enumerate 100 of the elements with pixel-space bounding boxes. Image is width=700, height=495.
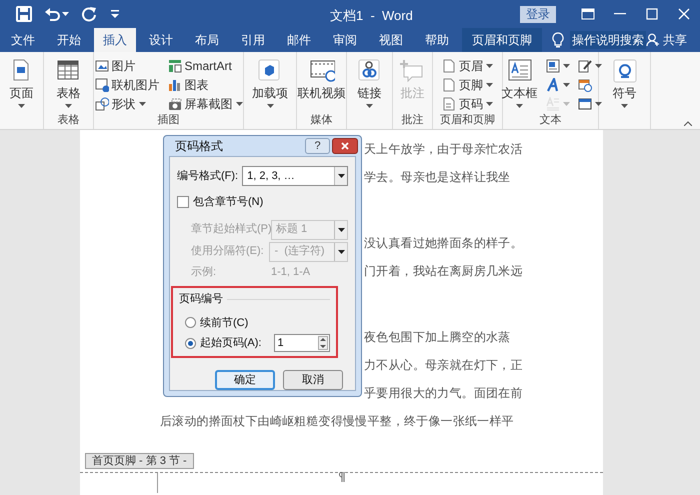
group-label: 表格 bbox=[58, 113, 80, 128]
ribbon-icon-button[interactable] bbox=[546, 75, 570, 94]
ribbon-button[interactable]: 形状 bbox=[94, 94, 160, 113]
person-icon bbox=[646, 33, 660, 47]
caret-icon bbox=[338, 174, 344, 178]
caret-icon bbox=[266, 104, 274, 108]
caret-icon bbox=[594, 64, 602, 68]
window-icon bbox=[578, 96, 592, 110]
field-label: 使用分隔符(E): bbox=[191, 244, 265, 260]
shapes-icon bbox=[94, 96, 108, 110]
number-spin-field[interactable]: 1 bbox=[274, 334, 330, 352]
diagram-icon bbox=[168, 58, 182, 72]
ribbon-tab[interactable]: 视图 bbox=[370, 28, 412, 52]
caret-icon bbox=[486, 102, 493, 106]
document-text-line: 乎要用很大的力气。面团在前 bbox=[364, 385, 523, 402]
ribbon-button[interactable]: 页脚 bbox=[442, 75, 493, 94]
radio-label: 起始页码(A): bbox=[200, 336, 262, 351]
dropdown-field[interactable]: 1, 2, 3, … bbox=[242, 166, 348, 186]
ribbon-button[interactable]: 图片 bbox=[94, 56, 160, 75]
page-icon bbox=[442, 78, 456, 92]
share-button[interactable]: 共享 bbox=[646, 28, 687, 52]
dialog-button[interactable]: 取消 bbox=[283, 370, 343, 390]
ribbon-tab[interactable]: 页眉和页脚 bbox=[462, 28, 542, 52]
caret-icon bbox=[338, 228, 344, 232]
maximize-icon bbox=[646, 8, 658, 20]
help-button[interactable]: ? bbox=[305, 138, 330, 154]
caret-icon bbox=[562, 102, 570, 106]
undo-button[interactable] bbox=[44, 6, 69, 22]
chevron-up-icon bbox=[684, 121, 692, 126]
redo-icon bbox=[81, 6, 97, 22]
quick-parts-icon bbox=[546, 58, 560, 72]
group-label: 插图 bbox=[158, 113, 180, 128]
ribbon-tab[interactable]: 布局 bbox=[186, 28, 228, 52]
caret-icon bbox=[338, 250, 344, 254]
ribbon-tab[interactable]: 插入 bbox=[94, 28, 136, 52]
caret-icon bbox=[594, 102, 602, 106]
ribbon-tab[interactable]: 开始 bbox=[48, 28, 90, 52]
section-title: 页码编号 bbox=[179, 292, 223, 307]
login-button[interactable]: 登录 bbox=[520, 6, 556, 22]
ribbon-button[interactable]: 文本框 bbox=[500, 54, 540, 108]
ribbon-button[interactable]: SmartArt bbox=[168, 56, 242, 75]
spinner-arrows-icon bbox=[318, 336, 328, 350]
document-text-line: 力不从心。母亲就在灯下，正 bbox=[364, 357, 523, 374]
radio-button[interactable] bbox=[185, 317, 196, 328]
page-icon bbox=[442, 58, 456, 72]
caret-icon bbox=[621, 104, 628, 108]
redo-button[interactable] bbox=[81, 6, 97, 22]
dialog-title: 页码格式 bbox=[175, 138, 223, 155]
ribbon-button[interactable]: 加载项 bbox=[250, 54, 290, 108]
caret-icon bbox=[366, 104, 373, 108]
customize-icon bbox=[111, 10, 119, 18]
ribbon-tab[interactable]: 邮件 bbox=[278, 28, 320, 52]
wordart-icon bbox=[546, 78, 560, 92]
ribbon-tab[interactable]: 引用 bbox=[232, 28, 274, 52]
caret-icon bbox=[236, 102, 242, 106]
caret-icon bbox=[138, 102, 146, 106]
radio-button[interactable] bbox=[185, 338, 196, 348]
tell-me-search[interactable]: 操作说明搜索 bbox=[570, 31, 646, 49]
ribbon-display-icon bbox=[581, 8, 595, 20]
close-button[interactable] bbox=[332, 138, 358, 154]
group-label: 文本 bbox=[540, 113, 562, 128]
picture-globe-icon bbox=[94, 78, 108, 92]
customize-button[interactable] bbox=[111, 10, 119, 18]
caret-icon bbox=[18, 104, 25, 108]
collapse-ribbon-button[interactable] bbox=[684, 121, 692, 126]
field-label: 章节起始样式(P) bbox=[191, 222, 271, 238]
dialog-button[interactable]: 确定 bbox=[215, 370, 275, 390]
comment-icon bbox=[400, 58, 426, 84]
film-globe-icon bbox=[308, 58, 334, 84]
picture-icon bbox=[94, 58, 108, 72]
ribbon-button[interactable]: 联机视频 bbox=[296, 54, 348, 101]
checkbox[interactable] bbox=[177, 196, 189, 208]
ribbon-button[interactable]: 符号 bbox=[610, 54, 640, 108]
ribbon-button[interactable]: 联机图片 bbox=[94, 75, 160, 94]
ribbon-tab[interactable]: 帮助 bbox=[416, 28, 458, 52]
camera-icon bbox=[168, 96, 182, 110]
close-icon bbox=[341, 142, 349, 150]
ribbon-button[interactable]: 图表 bbox=[168, 75, 242, 94]
undo-icon bbox=[44, 6, 60, 22]
caret-icon bbox=[486, 82, 493, 86]
ribbon-button[interactable]: 链接 bbox=[354, 54, 384, 108]
pen-line-icon bbox=[578, 58, 592, 72]
caret-icon bbox=[486, 64, 493, 68]
ribbon-button[interactable]: 页码 bbox=[442, 94, 493, 113]
calendar-clock-icon bbox=[578, 78, 592, 92]
ribbon-button[interactable]: 页眉 bbox=[442, 56, 493, 75]
group-label: 页眉和页脚 bbox=[440, 113, 495, 128]
ribbon-tab[interactable]: 审阅 bbox=[324, 28, 366, 52]
document-text-line: 后滚动的擀面杖下由崎岖粗糙变得慢慢平整，终于像一张纸一样平 bbox=[160, 413, 514, 430]
ribbon-tab[interactable]: 文件 bbox=[2, 28, 44, 52]
document-text-line: 学去。母亲也是这样让我坐 bbox=[364, 169, 510, 186]
checkbox-label: 包含章节号(N) bbox=[193, 194, 264, 210]
ribbon-button[interactable]: 页面 bbox=[6, 54, 36, 108]
footer-label: 首页页脚 - 第 3 节 - bbox=[85, 453, 194, 469]
ribbon-tab[interactable]: 设计 bbox=[140, 28, 182, 52]
window-title: 文档1 - Word bbox=[330, 7, 413, 25]
field-label: 示例: bbox=[191, 264, 218, 280]
caret-icon bbox=[562, 82, 570, 86]
ribbon-button[interactable]: 屏幕截图 bbox=[168, 94, 242, 113]
ribbon-button[interactable]: 表格 bbox=[54, 54, 84, 108]
